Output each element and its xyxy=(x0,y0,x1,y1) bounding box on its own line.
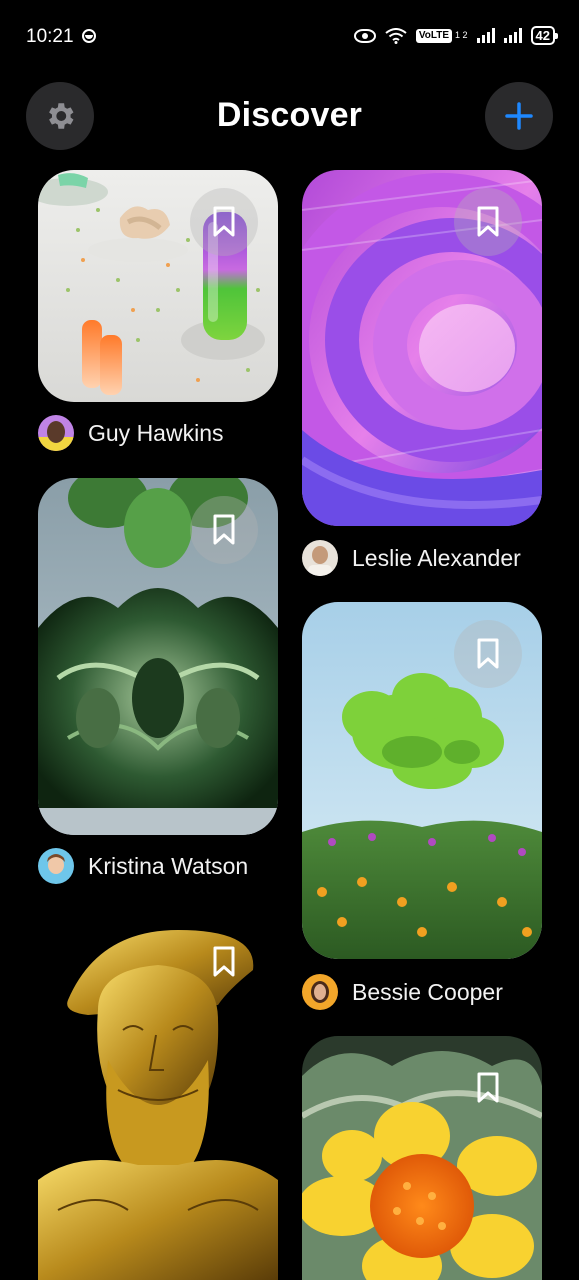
bookmark-button[interactable] xyxy=(454,1054,522,1122)
signal-icon xyxy=(476,28,495,43)
artwork-card[interactable] xyxy=(38,170,278,402)
bookmark-icon xyxy=(213,206,235,237)
add-button[interactable] xyxy=(485,82,553,150)
plus-icon xyxy=(505,102,533,130)
status-indicators: VoLTE 1 2 42 xyxy=(353,26,559,45)
artwork-card[interactable] xyxy=(38,910,278,1280)
status-bar: 10:21 VoLTE 1 2 42 xyxy=(0,0,579,76)
status-time: 10:21 xyxy=(26,26,74,47)
bookmark-button[interactable] xyxy=(454,620,522,688)
wifi-icon xyxy=(385,27,407,44)
avatar xyxy=(38,415,74,451)
author-row[interactable]: Leslie Alexander xyxy=(302,540,521,576)
signal-icon xyxy=(503,28,522,43)
header: Discover xyxy=(0,82,579,152)
avatar xyxy=(302,540,338,576)
artwork-card[interactable] xyxy=(38,478,278,835)
battery-icon: 42 xyxy=(530,26,559,45)
sim-indicator: 1 2 xyxy=(455,30,468,40)
bookmark-icon xyxy=(213,514,235,545)
notification-icon xyxy=(82,29,96,43)
author-row[interactable]: Kristina Watson xyxy=(38,848,248,884)
artwork-card[interactable] xyxy=(302,170,542,526)
volte-badge: VoLTE xyxy=(415,28,453,43)
bookmark-button[interactable] xyxy=(190,188,258,256)
bookmark-icon xyxy=(213,946,235,977)
artwork-card[interactable] xyxy=(302,1036,542,1280)
author-name: Guy Hawkins xyxy=(88,419,224,446)
bookmark-button[interactable] xyxy=(454,188,522,256)
eye-comfort-icon xyxy=(353,28,376,43)
author-name: Leslie Alexander xyxy=(352,544,521,571)
bookmark-icon xyxy=(477,638,499,669)
author-name: Bessie Cooper xyxy=(352,978,503,1005)
avatar xyxy=(302,974,338,1010)
bookmark-icon xyxy=(477,206,499,237)
author-row[interactable]: Bessie Cooper xyxy=(302,974,503,1010)
avatar xyxy=(38,848,74,884)
artwork-card[interactable] xyxy=(302,602,542,959)
bookmark-button[interactable] xyxy=(190,928,258,996)
bookmark-button[interactable] xyxy=(190,496,258,564)
author-row[interactable]: Guy Hawkins xyxy=(38,415,223,451)
bookmark-icon xyxy=(477,1072,499,1103)
author-name: Kristina Watson xyxy=(88,852,249,879)
